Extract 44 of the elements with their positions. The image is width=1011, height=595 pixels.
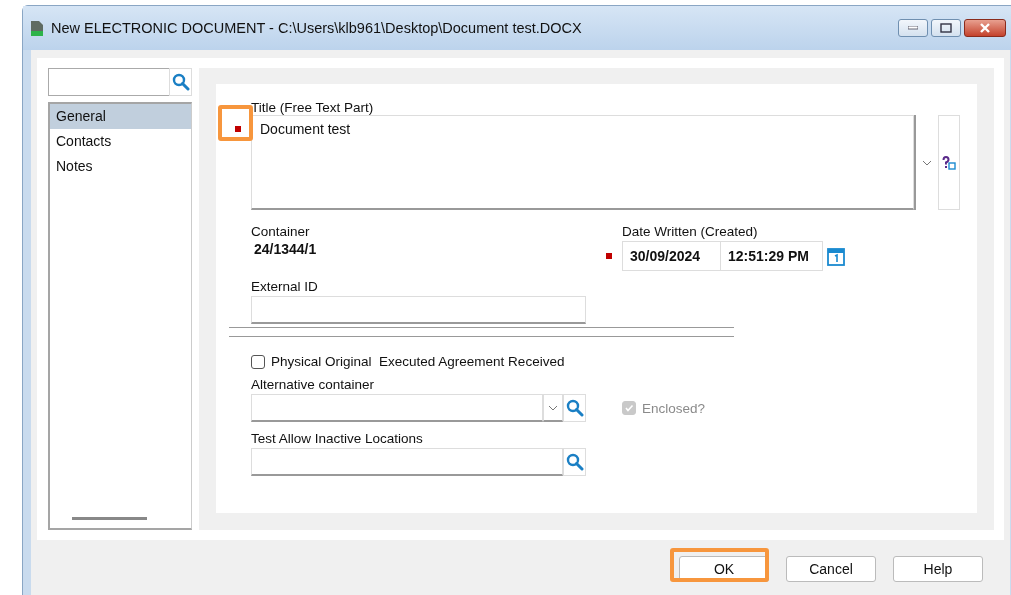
dialog-button[interactable]: Help bbox=[893, 556, 983, 582]
search-button[interactable] bbox=[169, 68, 192, 96]
time-field[interactable]: 12:51:29 PM bbox=[721, 241, 823, 271]
search-icon bbox=[565, 453, 584, 471]
caret-icon bbox=[922, 159, 932, 166]
field-label: Date Written (Created) bbox=[622, 224, 759, 239]
sidebar-item[interactable]: General bbox=[50, 104, 191, 129]
search-button[interactable] bbox=[563, 394, 586, 422]
date-field[interactable]: 30/09/2024 bbox=[622, 241, 721, 271]
minimize-button[interactable] bbox=[898, 19, 928, 37]
maximize-button[interactable] bbox=[931, 19, 961, 37]
container-value: 24/1344/1 bbox=[254, 241, 318, 257]
spellcheck-button[interactable] bbox=[938, 115, 960, 210]
document-icon bbox=[31, 20, 43, 36]
sidebar-item[interactable]: Notes bbox=[50, 154, 191, 179]
checkmark-icon bbox=[624, 403, 634, 413]
calendar-icon[interactable] bbox=[827, 246, 845, 266]
minimize-icon bbox=[908, 26, 918, 30]
search-field[interactable] bbox=[48, 68, 169, 96]
spellcheck-icon bbox=[942, 155, 956, 170]
field-label: External ID bbox=[251, 279, 319, 294]
search-icon bbox=[171, 73, 190, 91]
sidebar-item[interactable]: Contacts bbox=[50, 129, 191, 154]
locations-field[interactable] bbox=[251, 448, 563, 476]
caret-icon bbox=[548, 404, 558, 411]
field-label: Test Allow Inactive Locations bbox=[251, 431, 424, 446]
close-button[interactable] bbox=[964, 19, 1006, 37]
search-icon bbox=[565, 399, 584, 417]
window-title: New ELECTRONIC DOCUMENT - C:\Users\klb961\Desktop\Document test.DOCX bbox=[51, 20, 583, 36]
field-label: Container bbox=[251, 224, 311, 239]
external-id-field[interactable] bbox=[251, 296, 586, 324]
dialog-button[interactable]: Cancel bbox=[786, 556, 876, 582]
search-button[interactable] bbox=[563, 448, 586, 476]
title-field[interactable]: Document test bbox=[251, 115, 914, 210]
field-label: Title (Free Text Part) bbox=[251, 100, 375, 115]
checkbox-label: Physical Original Executed Agreement Received bbox=[271, 354, 565, 369]
scrollbar[interactable] bbox=[72, 517, 147, 520]
checkbox[interactable] bbox=[251, 354, 265, 369]
checkbox-label: Enclosed? bbox=[642, 400, 706, 416]
close-icon bbox=[979, 23, 991, 33]
field-label: Alternative container bbox=[251, 377, 376, 392]
alternative-container-field[interactable] bbox=[251, 394, 543, 422]
dropdown-button[interactable] bbox=[543, 394, 563, 422]
maximize-icon bbox=[940, 23, 952, 33]
